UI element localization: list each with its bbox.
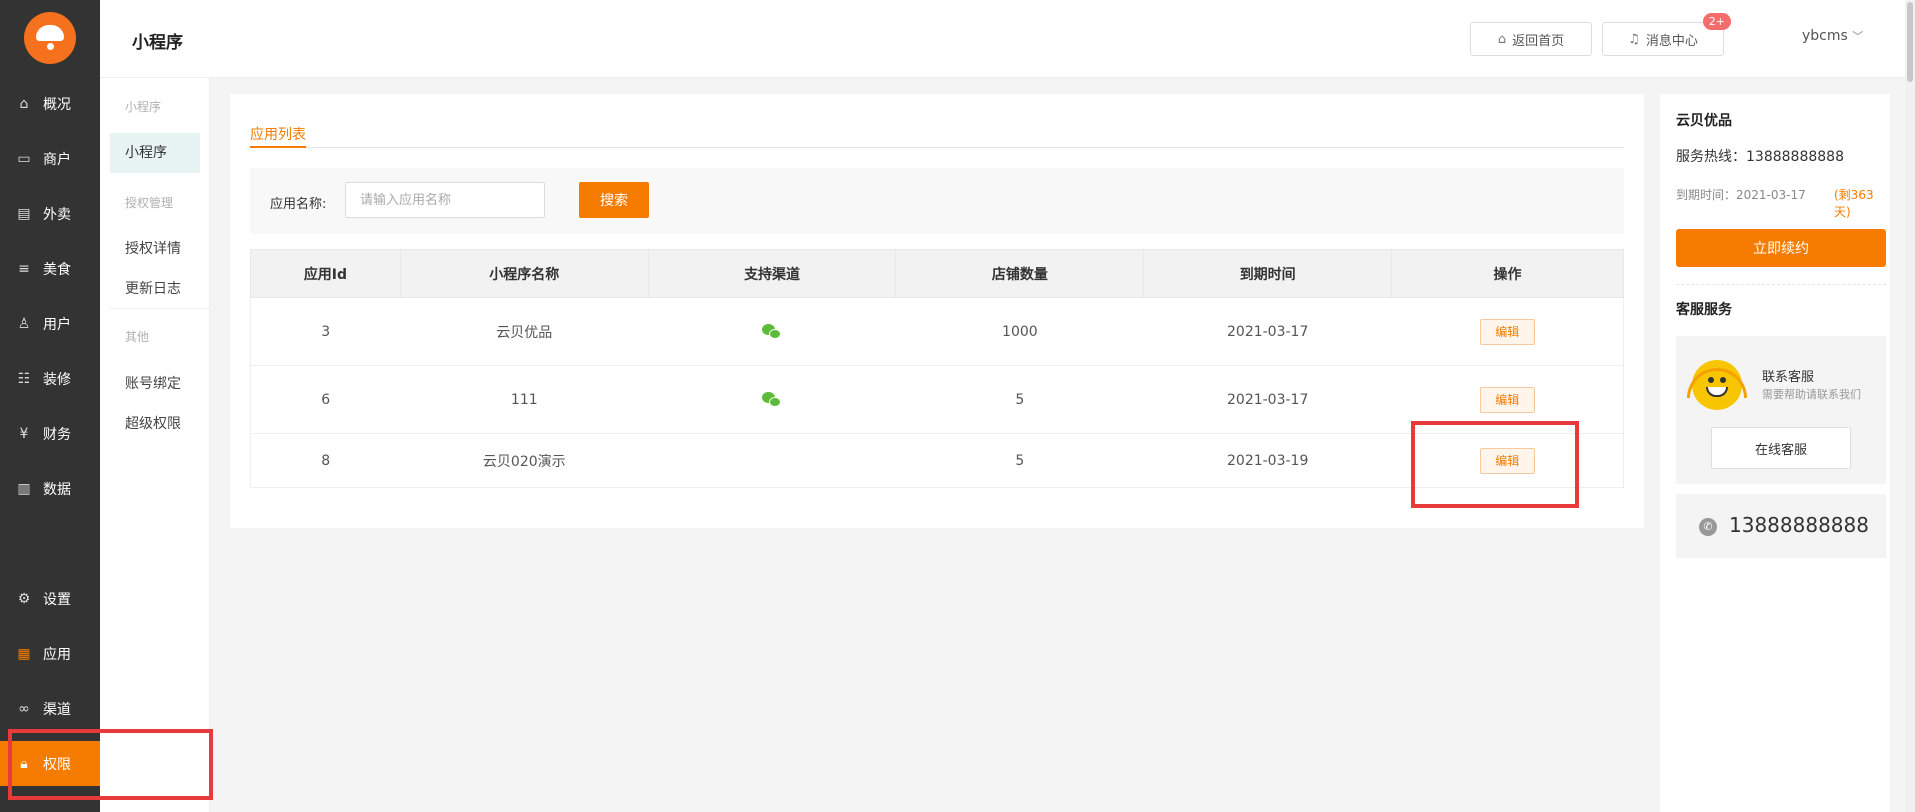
cell-expire: 2021-03-17	[1143, 365, 1392, 434]
sidebar-item-data[interactable]: ▥ 数据	[0, 466, 100, 511]
app-logo	[24, 12, 76, 64]
sub-navigation: 小程序 小程序 授权管理 授权详情 更新日志 其他 账号绑定 超级权限	[100, 78, 210, 812]
account-name: 云贝优品	[1676, 113, 1732, 129]
column-header-shops[interactable]: 店铺数量	[895, 249, 1145, 298]
subnav-item-super-permission[interactable]: 超级权限	[125, 413, 181, 433]
tab-app-list[interactable]: 应用列表	[250, 124, 306, 148]
cell-app-id: 3	[250, 297, 401, 366]
tab-bar: 应用列表	[250, 124, 1624, 148]
home-icon: ⌂	[1497, 31, 1507, 47]
cell-expire: 2021-03-17	[1143, 297, 1392, 366]
decoration-icon: ☷	[17, 370, 31, 387]
customer-service-avatar-icon	[1687, 360, 1747, 410]
contact-service-desc: 需要帮助请联系我们	[1762, 388, 1861, 401]
customer-service-box: 联系客服 需要帮助请联系我们 在线客服	[1676, 336, 1886, 484]
cell-channel	[648, 433, 896, 488]
cell-channel	[648, 297, 896, 366]
sidebar-item-apps[interactable]: ▦ 应用	[0, 631, 100, 676]
subnav-item-account-binding[interactable]: 账号绑定	[125, 373, 181, 393]
cell-shops: 5	[895, 365, 1144, 434]
cell-app-name: 云贝优品	[400, 297, 649, 366]
column-header-action[interactable]: 操作	[1391, 249, 1624, 298]
gear-icon: ⚙	[17, 590, 31, 607]
document-icon: ▤	[17, 205, 31, 222]
column-header-channel[interactable]: 支持渠道	[647, 249, 897, 298]
apps-grid-icon: ▦	[17, 645, 31, 662]
phone-number: 13888888888	[1729, 513, 1869, 537]
panel-divider	[1676, 284, 1886, 285]
phone-icon: ✆	[1699, 518, 1717, 536]
finance-icon: ¥	[19, 425, 29, 442]
sidebar-item-channel[interactable]: ∞ 渠道	[0, 686, 100, 731]
sidebar-item-user[interactable]: ♙ 用户	[0, 301, 100, 346]
cell-channel	[648, 365, 896, 434]
subnav-item-update-log[interactable]: 更新日志	[125, 278, 181, 298]
subnav-item-auth-detail[interactable]: 授权详情	[125, 238, 181, 258]
customer-service-title: 客服服务	[1676, 302, 1732, 318]
cell-shops: 5	[895, 433, 1144, 488]
column-header-expire[interactable]: 到期时间	[1143, 249, 1393, 298]
cell-expire: 2021-03-19	[1143, 433, 1392, 488]
sidebar-item-food[interactable]: ≡ 美食	[0, 246, 100, 291]
menu-icon: ≡	[18, 260, 30, 277]
sidebar-item-finance[interactable]: ¥ 财务	[0, 411, 100, 456]
back-home-button[interactable]: ⌂ 返回首页	[1470, 22, 1592, 56]
message-badge: 2+	[1702, 13, 1731, 30]
subnav-group-other: 其他	[125, 330, 150, 344]
subnav-group-miniprogram: 小程序	[125, 100, 162, 114]
page-scrollbar[interactable]	[1905, 0, 1915, 812]
chevron-down-icon: ﹀	[1852, 30, 1864, 43]
sidebar-item-overview[interactable]: ⌂ 概况	[0, 81, 100, 126]
bar-chart-icon: ▥	[17, 480, 31, 497]
link-icon: ∞	[18, 700, 30, 717]
user-menu[interactable]: ybcms ﹀	[1802, 28, 1863, 44]
main-sidebar: ⌂ 概况 ▭ 商户 ▤ 外卖 ≡ 美食 ♙ 用户 ☷ 装修 ¥ 财务 ▥ 数据 ⚙ 设置 ▦ 应用 …	[0, 0, 100, 812]
cell-app-name: 111	[400, 365, 649, 434]
remaining-days: (剩363天)	[1834, 188, 1874, 219]
cell-action: 编辑	[1391, 297, 1624, 366]
wechat-icon	[762, 323, 782, 340]
sidebar-item-decoration[interactable]: ☷ 装修	[0, 356, 100, 401]
app-name-search-input[interactable]	[345, 182, 545, 218]
phone-box: ✆ 13888888888	[1676, 494, 1886, 558]
subnav-item-miniprogram[interactable]: 小程序	[110, 133, 200, 173]
shop-icon: ▭	[17, 150, 31, 167]
sidebar-item-merchant[interactable]: ▭ 商户	[0, 136, 100, 181]
edit-button[interactable]: 编辑	[1479, 318, 1535, 345]
edit-button[interactable]: 编辑	[1479, 386, 1535, 413]
highlight-box-edit	[1411, 421, 1579, 508]
expire-date: 到期时间：2021-03-17	[1676, 188, 1806, 202]
message-center-button[interactable]: ♫ 消息中心 2+	[1602, 13, 1731, 56]
bell-icon: ♫	[1628, 31, 1640, 47]
renew-button[interactable]: 立即续约	[1676, 229, 1886, 267]
sidebar-item-settings[interactable]: ⚙ 设置	[0, 576, 100, 621]
table-header-row: 应用Id 小程序名称 支持渠道 店铺数量 到期时间 操作	[250, 249, 1624, 298]
contact-service-label: 联系客服	[1762, 370, 1815, 385]
sidebar-item-takeout[interactable]: ▤ 外卖	[0, 191, 100, 236]
user-icon: ♙	[17, 315, 31, 332]
column-header-name[interactable]: 小程序名称	[399, 249, 649, 298]
cell-shops: 1000	[895, 297, 1144, 366]
search-label: 应用名称:	[270, 197, 327, 212]
wechat-icon	[762, 391, 782, 408]
online-service-button[interactable]: 在线客服	[1711, 427, 1851, 469]
subnav-divider	[110, 308, 210, 309]
highlight-box-permission	[8, 729, 213, 800]
subnav-group-auth: 授权管理	[125, 196, 174, 210]
service-hotline: 服务热线：13888888888	[1676, 149, 1844, 165]
table-row: 3 云贝优品 1000 2021-03-17 编辑	[250, 297, 1624, 366]
search-area: 应用名称: 搜索	[250, 168, 1624, 234]
cell-app-name: 云贝020演示	[400, 433, 649, 488]
home-icon: ⌂	[19, 95, 29, 112]
page-title: 小程序	[132, 33, 183, 53]
cell-app-id: 8	[250, 433, 401, 488]
top-header: 小程序 ⌂ 返回首页 ♫ 消息中心 2+ ybcms ﹀	[100, 0, 1915, 78]
column-header-app-id[interactable]: 应用Id	[250, 249, 401, 298]
cell-app-id: 6	[250, 365, 401, 434]
account-info-panel: 云贝优品 服务热线：13888888888 到期时间：2021-03-17 (剩…	[1660, 94, 1890, 812]
search-button[interactable]: 搜索	[579, 182, 649, 218]
